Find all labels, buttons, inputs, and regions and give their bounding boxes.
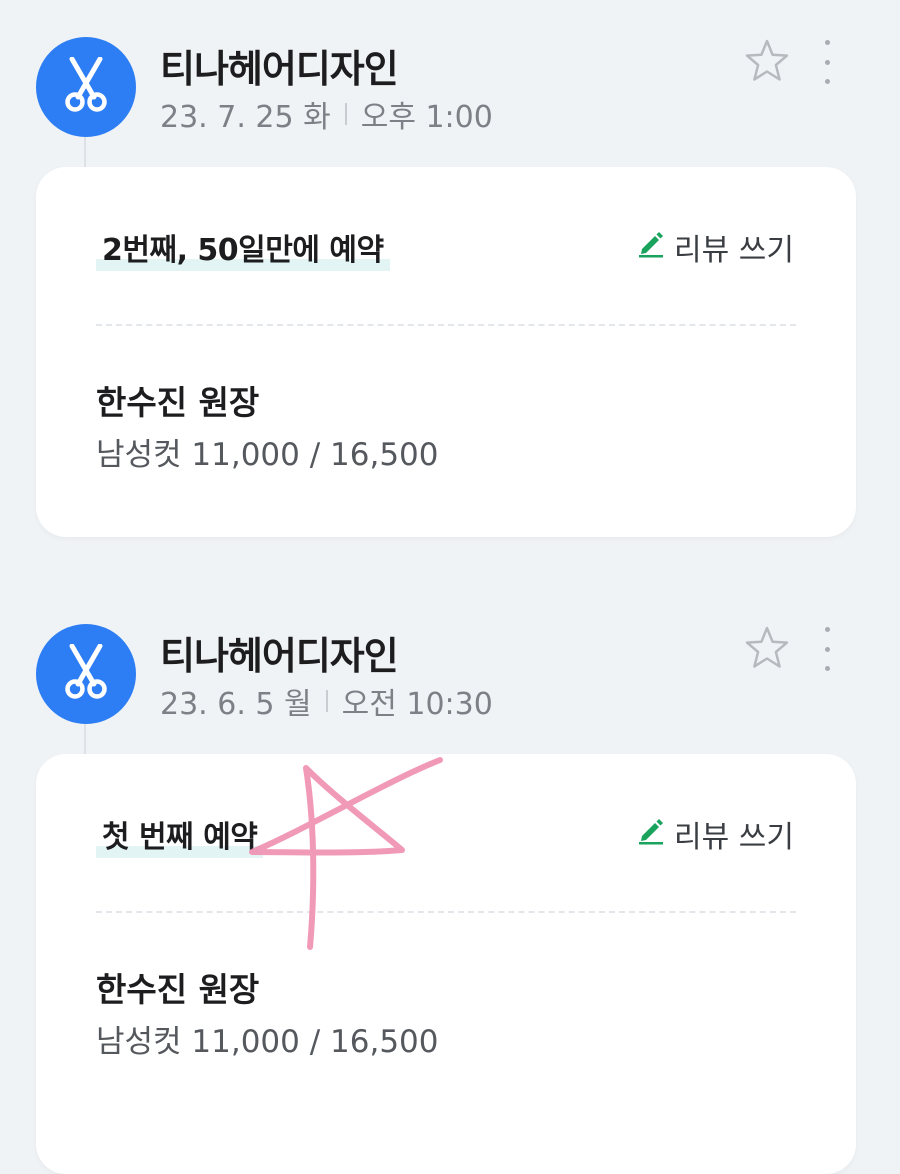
reservation-datetime: 23. 6. 5 월 오전 10:30 xyxy=(160,679,493,723)
reservation-title: 2번째, 50일만에 예약 xyxy=(96,225,390,271)
designer-name: 한수진 원장 xyxy=(96,383,260,422)
scissors-icon xyxy=(64,56,108,117)
date-separator xyxy=(344,103,347,125)
more-options-icon[interactable] xyxy=(815,627,839,671)
shop-name: 티나헤어디자인 xyxy=(160,634,399,678)
pencil-icon xyxy=(636,228,674,266)
favorite-star-icon[interactable] xyxy=(744,625,790,671)
reservation-time: 오전 10:30 xyxy=(341,687,493,722)
reservation-time: 오후 1:00 xyxy=(360,100,493,135)
card-divider xyxy=(96,911,796,913)
service-info: 남성컷 11,000 / 16,500 xyxy=(96,1024,439,1060)
shop-avatar[interactable] xyxy=(36,37,136,137)
reservation-entry: 티나헤어디자인 23. 6. 5 월 오전 10:30 첫 번째 예약 리뷰 쓰… xyxy=(0,587,900,1174)
favorite-star-icon[interactable] xyxy=(744,38,790,84)
reservation-card[interactable]: 첫 번째 예약 리뷰 쓰기 한수진 원장 남성컷 11,000 / 16,500 xyxy=(36,754,856,1174)
reservation-date: 23. 6. 5 월 xyxy=(160,687,312,722)
write-review-label: 리뷰 쓰기 xyxy=(674,233,794,268)
write-review-button[interactable]: 리뷰 쓰기 xyxy=(636,812,794,856)
service-info: 남성컷 11,000 / 16,500 xyxy=(96,437,439,473)
date-separator xyxy=(325,690,328,712)
reservation-datetime: 23. 7. 25 화 오후 1:00 xyxy=(160,92,493,136)
write-review-button[interactable]: 리뷰 쓰기 xyxy=(636,225,794,269)
reservation-entry: 티나헤어디자인 23. 7. 25 화 오후 1:00 2번째, 50일만에 예… xyxy=(0,0,900,540)
write-review-label: 리뷰 쓰기 xyxy=(674,820,794,855)
shop-avatar[interactable] xyxy=(36,624,136,724)
reservation-card[interactable]: 2번째, 50일만에 예약 리뷰 쓰기 한수진 원장 남성컷 11,000 / … xyxy=(36,167,856,537)
more-options-icon[interactable] xyxy=(815,40,839,84)
card-divider xyxy=(96,324,796,326)
reservation-date: 23. 7. 25 화 xyxy=(160,100,331,135)
pencil-icon xyxy=(636,815,674,853)
reservation-title: 첫 번째 예약 xyxy=(96,812,264,858)
scissors-icon xyxy=(64,643,108,704)
shop-name: 티나헤어디자인 xyxy=(160,47,399,91)
designer-name: 한수진 원장 xyxy=(96,970,260,1009)
